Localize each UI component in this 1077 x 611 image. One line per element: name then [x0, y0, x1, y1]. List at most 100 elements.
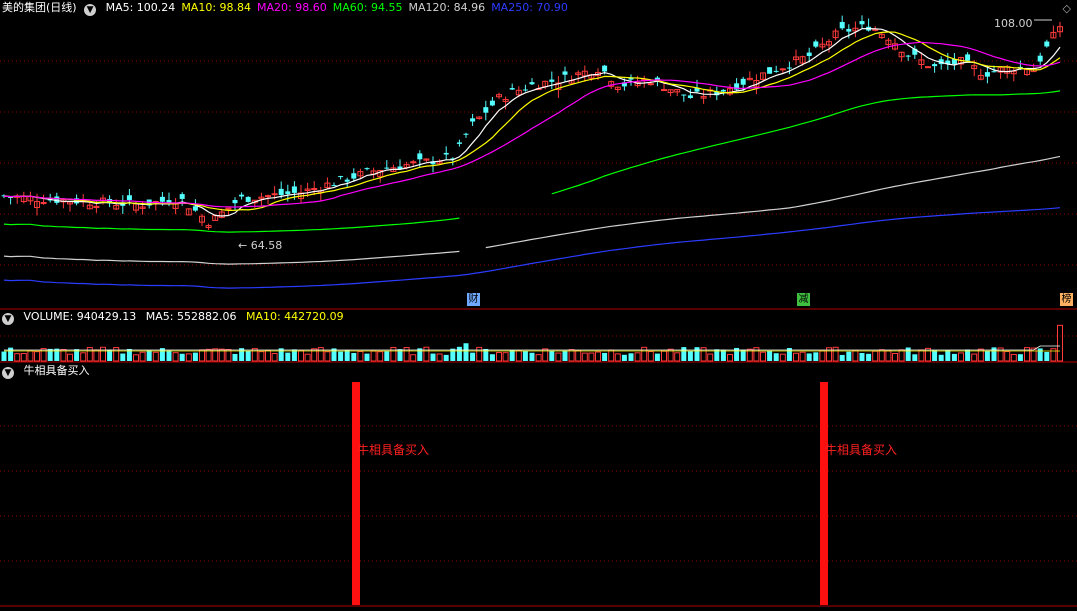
candle-body	[965, 54, 971, 61]
candle-body	[806, 52, 812, 56]
candle-body	[562, 71, 568, 75]
volume-bar	[265, 349, 271, 362]
volume-bar	[773, 353, 779, 361]
volume-bar	[555, 352, 562, 362]
volume-bar	[324, 351, 331, 362]
event-tag[interactable]: 减	[797, 293, 810, 306]
chart-window: 美的集团(日线) ▼ MA5: 100.24 MA10: 98.84 MA20: 9…	[0, 0, 1077, 611]
volume-bar	[707, 353, 714, 362]
candle-body	[767, 67, 773, 74]
candle-body	[1044, 41, 1050, 47]
ma-line	[3, 41, 1061, 208]
volume-bar	[951, 353, 957, 361]
volume-bar	[515, 350, 522, 362]
volume-bar	[34, 351, 40, 362]
candle-body	[991, 71, 997, 73]
volume-bar	[984, 351, 990, 361]
ma-legend-item: MA5: 100.24	[105, 1, 176, 14]
volume-bar	[298, 350, 304, 362]
volume-bar	[832, 346, 839, 362]
volume-bar	[1004, 351, 1011, 362]
candle-body	[720, 89, 726, 92]
volume-bar	[456, 346, 462, 361]
volume-bar	[423, 346, 430, 362]
low-price-value: 64.58	[250, 239, 283, 252]
candle-body	[417, 153, 423, 160]
candle-body	[740, 78, 746, 85]
volume-bar	[674, 352, 681, 362]
volume-bar	[120, 353, 126, 361]
volume-bar	[251, 348, 258, 362]
volume-bar	[898, 349, 905, 362]
candle-body	[839, 21, 845, 29]
volume-bar	[958, 352, 964, 362]
candle-body	[859, 21, 865, 25]
volume-value: VOLUME: 940429.13	[23, 310, 137, 323]
volume-bar	[410, 354, 417, 362]
candle-body	[602, 65, 608, 72]
candle-body	[364, 168, 370, 170]
volume-bar	[67, 353, 73, 362]
volume-bar	[614, 353, 621, 362]
volume-bar	[390, 346, 397, 362]
ma-legend-item: MA20: 98.60	[257, 1, 327, 14]
low-price-label: ← 64.58	[238, 239, 283, 252]
ma-legend-item: MA120: 84.96	[408, 1, 486, 14]
volume-bar	[621, 354, 627, 361]
volume-bar	[436, 353, 443, 362]
candle-body	[984, 72, 990, 77]
stock-title: 美的集团(日线)	[2, 1, 77, 14]
candle-body	[344, 179, 350, 182]
candle-body	[661, 89, 667, 92]
candle-body	[1037, 55, 1043, 62]
volume-ma5: MA5: 552882.06	[145, 310, 237, 323]
candle-body	[291, 186, 297, 193]
volume-bar	[351, 352, 357, 361]
volume-bar	[971, 353, 978, 362]
volume-bar	[793, 352, 799, 362]
volume-bar	[199, 349, 205, 362]
volume-bar	[403, 347, 410, 362]
buy-signal-bar	[820, 382, 828, 605]
volume-bar	[166, 350, 172, 361]
volume-bar	[1037, 348, 1043, 361]
collapse-arrow-icon[interactable]: ▼	[2, 313, 14, 325]
ma-legend-values: MA5: 100.24 MA10: 98.84 MA20: 98.60 MA60: 9…	[106, 1, 574, 14]
volume-bar	[1010, 353, 1017, 362]
volume-bar	[40, 348, 47, 362]
candle-body	[463, 133, 469, 135]
indicator-name: 牛相具备买入	[23, 364, 90, 377]
volume-bar	[100, 346, 106, 362]
candle-body	[786, 67, 792, 69]
ma-legend-item: MA60: 94.55	[332, 1, 403, 14]
collapse-arrow-icon[interactable]: ▼	[84, 4, 97, 16]
volume-bar	[641, 346, 648, 362]
diamond-icon[interactable]: ◇	[1063, 2, 1071, 15]
volume-bar	[859, 353, 865, 361]
chart-canvas[interactable]	[0, 0, 1077, 611]
candle-body	[311, 187, 318, 190]
volume-bar	[681, 347, 687, 361]
volume-bar	[27, 350, 34, 362]
volume-bar	[892, 353, 898, 362]
volume-bar	[806, 353, 812, 361]
ma-line	[3, 155, 1061, 265]
candle-body	[245, 196, 251, 202]
volume-bar	[819, 350, 826, 362]
volume-bar	[86, 347, 93, 362]
event-tag[interactable]: 财	[467, 293, 480, 306]
volume-bar	[945, 350, 951, 361]
volume-bar	[872, 350, 879, 362]
indicator-legend: ▼ 牛相具备买入	[2, 363, 96, 379]
volume-bar	[443, 354, 449, 361]
volume-bar	[647, 350, 654, 362]
event-tag[interactable]: 榜	[1060, 293, 1073, 306]
volume-bar	[727, 354, 733, 362]
volume-bar	[139, 351, 146, 362]
volume-bar	[535, 354, 542, 362]
candle-body	[410, 161, 417, 164]
collapse-arrow-icon[interactable]: ▼	[2, 367, 14, 379]
volume-bar	[463, 343, 469, 361]
volume-bar	[562, 350, 568, 361]
buy-signal-label: 牛相具备买入	[357, 443, 430, 457]
